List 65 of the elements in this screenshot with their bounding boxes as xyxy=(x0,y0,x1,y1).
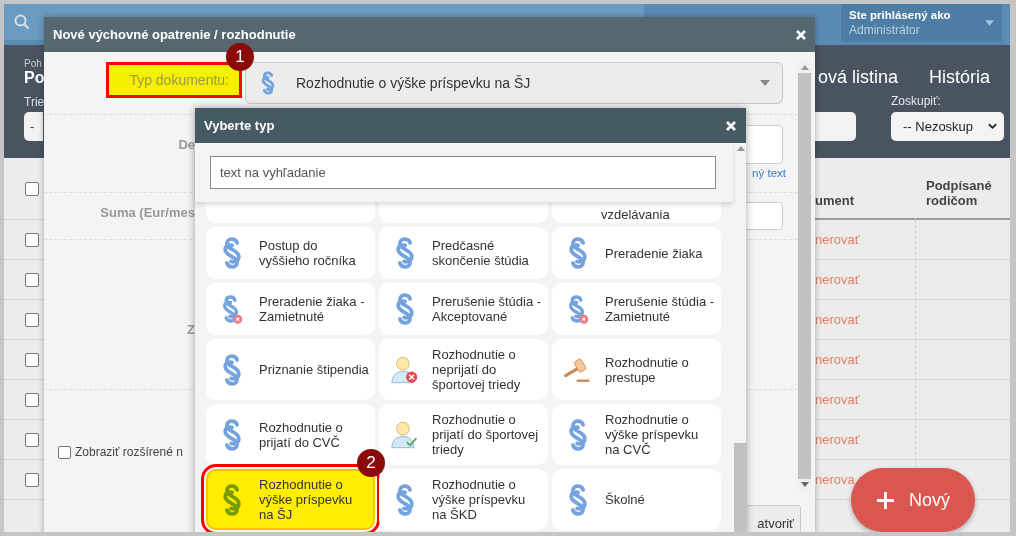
field-label: Z xyxy=(187,322,195,337)
checkbox[interactable] xyxy=(25,352,39,367)
type-card[interactable]: Rozhodnutie o výške príspevku na ŠKD xyxy=(379,469,548,530)
close-icon[interactable] xyxy=(726,120,736,131)
page-tab[interactable]: ová listina xyxy=(818,67,899,88)
checkbox-label: Zobraziť rozšírené n xyxy=(75,445,183,459)
type-card[interactable]: Postup do vyššieho ročníka xyxy=(206,227,375,279)
type-card[interactable]: Prerušenie štúdia - Zamietnuté xyxy=(552,283,721,335)
type-card[interactable]: Rozhodnutie o výške príspevku na CVČ xyxy=(552,404,721,465)
page-title: Po xyxy=(24,69,45,87)
group-select[interactable]: -- Nezoskup xyxy=(891,112,1004,141)
type-card[interactable]: Priznanie štipendia xyxy=(206,339,375,400)
type-card[interactable]: Rozhodnutie o neprijatí do športovej triedy xyxy=(379,339,548,400)
paragraph-icon xyxy=(566,235,589,271)
paragraph-icon xyxy=(566,416,589,453)
field-label: Suma (Eur/mes xyxy=(100,205,195,220)
checkbox[interactable] xyxy=(25,392,39,407)
scrollbar[interactable] xyxy=(797,62,812,490)
checkbox[interactable] xyxy=(25,432,39,447)
type-card[interactable]: vzdelávania xyxy=(552,202,721,223)
filter-label: Trie xyxy=(24,95,45,109)
close-icon[interactable] xyxy=(796,29,806,40)
checkbox[interactable] xyxy=(58,445,71,459)
checkbox[interactable] xyxy=(25,472,39,487)
dialog-title: Nové výchovné opatrenie / rozhodnutie xyxy=(53,27,296,42)
person-accepted-icon xyxy=(391,419,418,450)
type-card[interactable]: Preradenie žiaka - Zamietnuté xyxy=(206,283,375,335)
column-header: Podpísané rodičom xyxy=(915,158,1010,220)
filter-select[interactable]: - xyxy=(24,112,43,141)
caret-icon xyxy=(985,20,994,26)
type-card[interactable]: Rozhodnutie o prijatí do športovej triedy xyxy=(379,404,548,465)
group-label: Zoskupiť: xyxy=(891,94,942,108)
field-label: De xyxy=(178,137,195,152)
person-rejected-icon xyxy=(391,354,418,385)
breadcrumb: Poh xyxy=(24,58,42,69)
type-card[interactable]: Prerušenie štúdia - Akceptované xyxy=(379,283,548,335)
search-field[interactable]: text na vyhľadanie xyxy=(210,156,716,189)
type-card[interactable]: Rozhodnutie o prestupe xyxy=(552,339,721,400)
checkbox[interactable] xyxy=(25,181,39,196)
paragraph-icon xyxy=(260,70,276,96)
chevron-icon xyxy=(988,123,997,130)
checkbox[interactable] xyxy=(25,232,39,247)
search-icon xyxy=(14,14,30,30)
paragraph-icon xyxy=(393,235,416,271)
paragraph-icon xyxy=(393,481,416,518)
checkbox[interactable] xyxy=(25,312,39,327)
type-card[interactable]: Preradenie žiaka xyxy=(552,227,721,279)
dialog-title: Vyberte typ xyxy=(204,118,275,133)
paragraph-icon xyxy=(220,351,243,388)
type-card[interactable]: Predčasné skončenie štúdia xyxy=(379,227,548,279)
type-card[interactable]: Školné xyxy=(552,469,721,530)
field-label: Typ dokumentu: xyxy=(106,62,242,98)
paragraph-icon xyxy=(566,481,589,518)
checkbox[interactable] xyxy=(25,272,39,287)
paragraph-icon xyxy=(220,235,243,271)
page-tab[interactable]: História xyxy=(929,67,991,88)
type-select[interactable]: Rozhodnutie o výške príspevku na ŠJ xyxy=(245,62,783,104)
paragraph-icon xyxy=(220,481,243,518)
link[interactable]: ný text xyxy=(752,167,786,179)
paragraph-icon xyxy=(220,416,243,453)
plus-icon xyxy=(876,490,895,510)
filter-input[interactable] xyxy=(815,112,856,141)
caret-icon xyxy=(760,80,770,86)
paragraph-icon xyxy=(393,291,416,327)
user-menu[interactable]: Ste prihlásený ako Administrátor xyxy=(841,4,1002,42)
